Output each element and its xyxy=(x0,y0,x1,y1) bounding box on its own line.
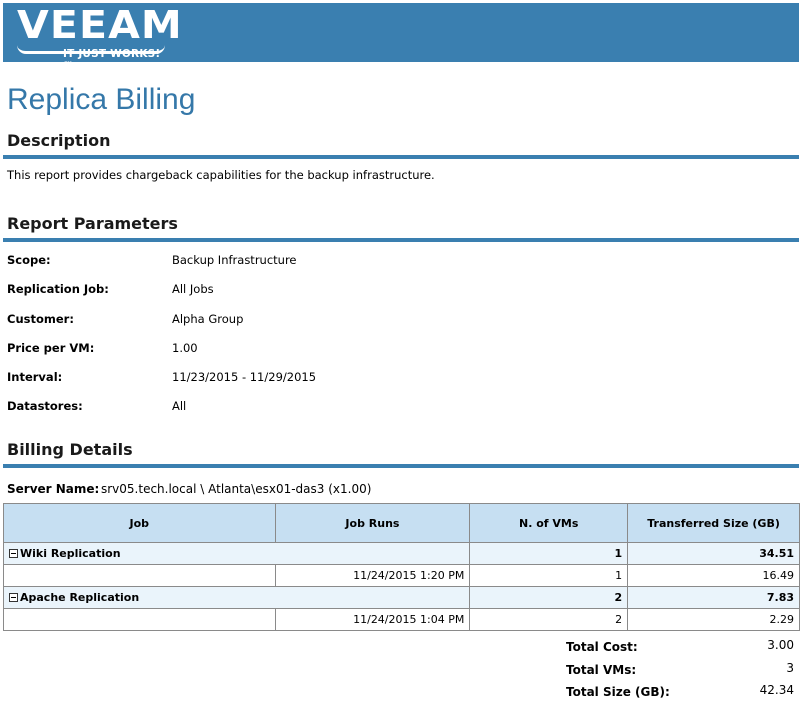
table-row-group: Apache Replication 2 7.83 xyxy=(2,586,800,609)
param-value-customer: Alpha Group xyxy=(172,312,244,326)
run-time-cell: 11/24/2015 1:04 PM xyxy=(274,608,471,631)
table-row-run: 11/24/2015 1:20 PM 1 16.49 xyxy=(3,564,800,587)
page-title: Replica Billing xyxy=(7,83,196,116)
run-size-cell: 16.49 xyxy=(627,564,800,587)
param-value-datastores: All xyxy=(172,399,187,413)
header-banner: VEEAM IT JUST WORKS!™ xyxy=(3,3,799,72)
parameters-divider xyxy=(3,238,799,242)
table-row-group: Wiki Replication 1 34.51 xyxy=(2,542,800,565)
column-header-job-runs[interactable]: Job Runs xyxy=(274,503,471,543)
total-vms-label: Total VMs: xyxy=(566,663,637,677)
server-name-value: srv05.tech.local \ Atlanta\esx01-das3 (x… xyxy=(101,482,372,496)
veeam-logo: VEEAM IT JUST WORKS!™ xyxy=(17,3,182,72)
param-label-datastores: Datastores: xyxy=(7,399,83,413)
description-heading: Description xyxy=(7,131,111,150)
group-size-cell: 34.51 xyxy=(627,542,800,565)
table-header-row: Job Job Runs N. of VMs Transferred Size … xyxy=(3,503,800,543)
column-header-vms[interactable]: N. of VMs xyxy=(469,503,629,543)
run-vms-cell: 1 xyxy=(469,564,629,587)
group-job-cell: Apache Replication xyxy=(2,586,471,609)
billing-heading: Billing Details xyxy=(7,440,133,459)
run-size-cell: 2.29 xyxy=(627,608,800,631)
group-job-name: Wiki Replication xyxy=(20,547,121,560)
total-cost-value: 3.00 xyxy=(767,638,794,652)
table-row-run: 11/24/2015 1:04 PM 2 2.29 xyxy=(3,608,800,631)
server-name-label: Server Name: xyxy=(7,482,100,496)
group-vms-cell: 2 xyxy=(469,586,629,609)
run-vms-cell: 2 xyxy=(469,608,629,631)
param-label-scope: Scope: xyxy=(7,253,51,267)
column-header-transferred-size[interactable]: Transferred Size (GB) xyxy=(627,503,800,543)
param-label-replication-job: Replication Job: xyxy=(7,282,109,296)
collapse-icon[interactable] xyxy=(9,548,18,558)
group-vms-cell: 1 xyxy=(469,542,629,565)
total-cost-label: Total Cost: xyxy=(566,640,638,654)
billing-table: Job Job Runs N. of VMs Transferred Size … xyxy=(2,503,800,631)
param-value-price-per-vm: 1.00 xyxy=(172,341,198,355)
parameters-heading: Report Parameters xyxy=(7,214,178,233)
run-empty-cell xyxy=(3,564,276,587)
total-size-label: Total Size (GB): xyxy=(566,685,670,699)
param-label-customer: Customer: xyxy=(7,312,74,326)
param-label-interval: Interval: xyxy=(7,370,63,384)
param-value-replication-job: All Jobs xyxy=(172,282,214,296)
group-size-cell: 7.83 xyxy=(627,586,800,609)
logo-wordmark: VEEAM xyxy=(17,3,183,47)
logo-tagline: IT JUST WORKS!™ xyxy=(63,48,161,72)
run-time-cell: 11/24/2015 1:20 PM xyxy=(274,564,471,587)
group-job-name: Apache Replication xyxy=(20,591,140,604)
collapse-icon[interactable] xyxy=(9,592,18,602)
column-header-job[interactable]: Job xyxy=(3,503,276,543)
param-value-interval: 11/23/2015 - 11/29/2015 xyxy=(172,370,317,384)
param-label-price-per-vm: Price per VM: xyxy=(7,341,95,355)
description-text: This report provides chargeback capabili… xyxy=(7,168,435,182)
total-size-value: 42.34 xyxy=(759,683,794,697)
description-divider xyxy=(3,155,799,159)
total-vms-value: 3 xyxy=(786,661,794,675)
run-empty-cell xyxy=(3,608,276,631)
group-job-cell: Wiki Replication xyxy=(2,542,471,565)
billing-divider xyxy=(3,464,799,468)
param-value-scope: Backup Infrastructure xyxy=(172,253,297,267)
